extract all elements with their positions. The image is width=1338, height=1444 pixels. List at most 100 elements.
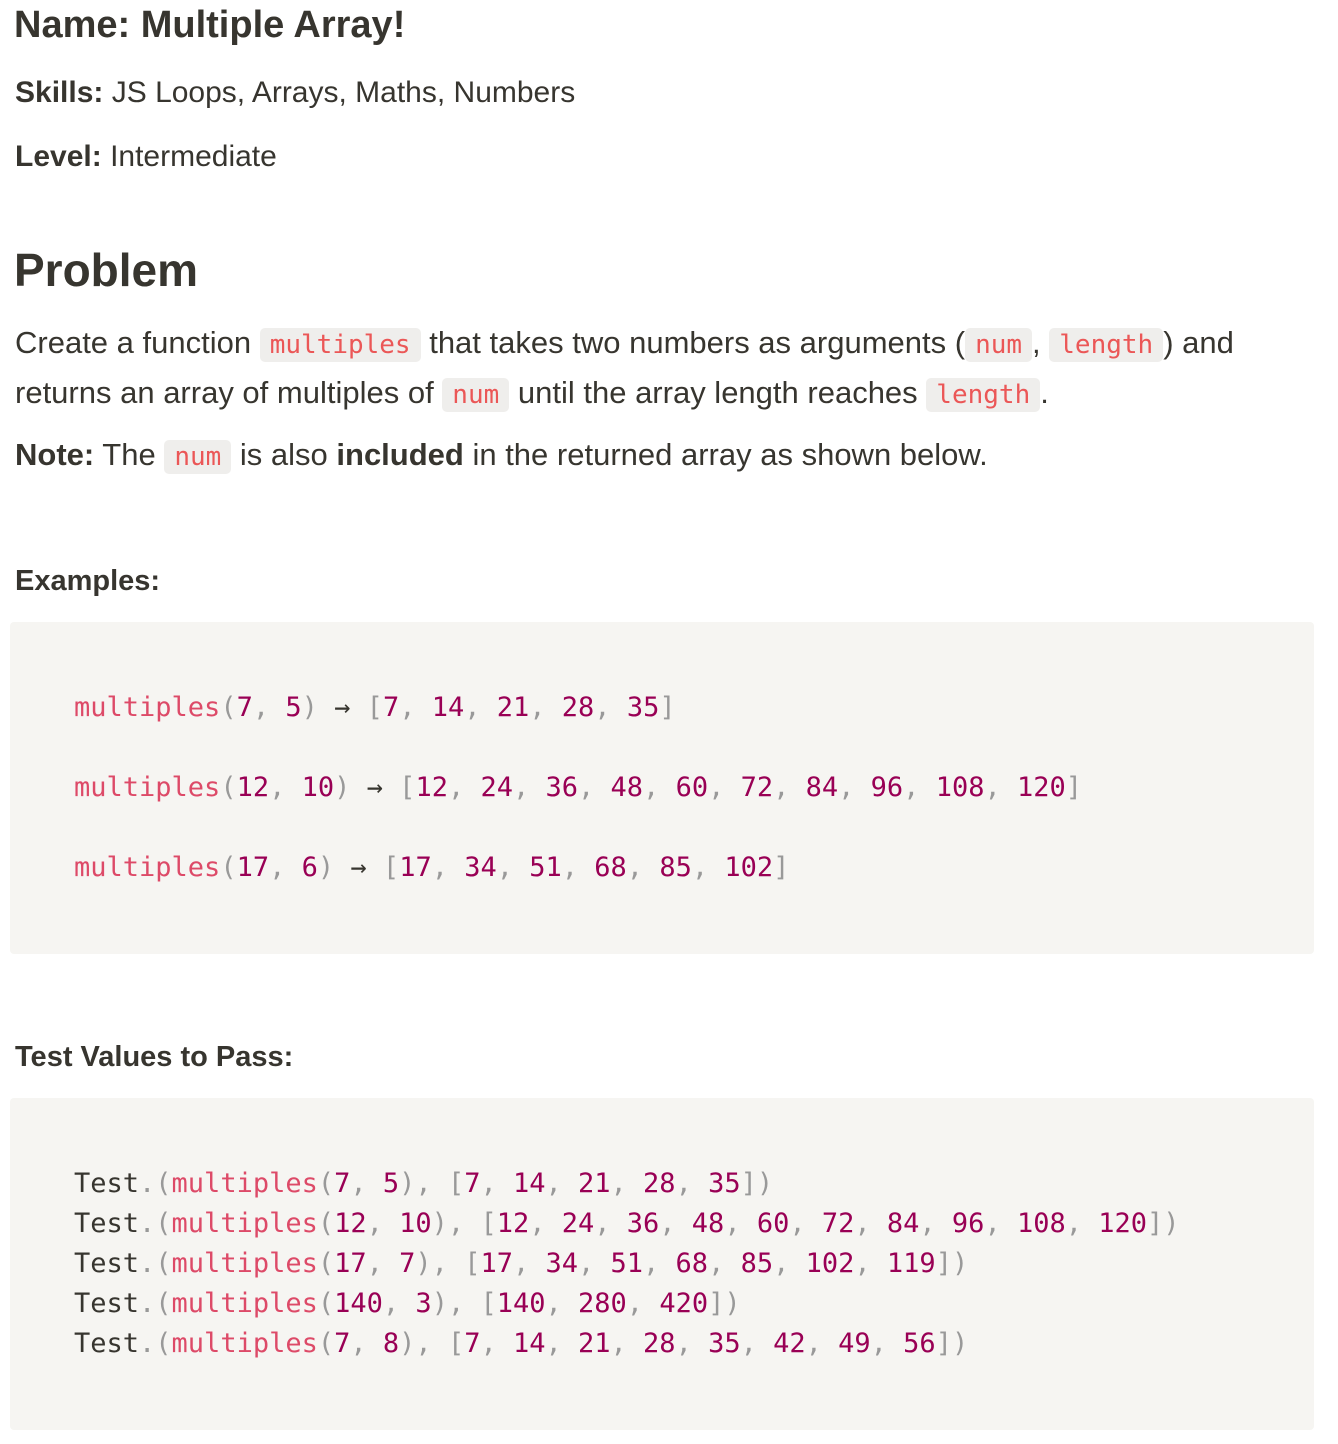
expected-number: 49 [838, 1328, 871, 1359]
argument-number: 5 [382, 1168, 400, 1199]
inline-code-num: num [442, 378, 510, 412]
level-label: Level: [15, 140, 102, 173]
test-line: Test.(multiples(17, 7), [17, 34, 51, 68,… [74, 1248, 968, 1279]
expected-number: 72 [821, 1208, 855, 1239]
comma: , [350, 1168, 383, 1199]
note-bold: included [336, 437, 464, 472]
expected-number: 35 [708, 1328, 741, 1359]
comma: , [431, 852, 465, 883]
argument-number: 140 [334, 1288, 383, 1319]
comma: , [350, 1328, 383, 1359]
paren: ( [317, 1288, 335, 1319]
inline-code-num: num [164, 440, 232, 474]
example-line: multiples(7, 5) → [7, 14, 21, 28, 35] [74, 692, 676, 723]
comma: , [773, 772, 806, 803]
arrow: → [317, 692, 367, 723]
expected-number: 51 [610, 1248, 644, 1279]
argument-number: 6 [301, 852, 318, 883]
result-number: 120 [1016, 772, 1066, 803]
problem-text: , [1032, 325, 1050, 360]
skills-line: Skills: JS Loops, Arrays, Maths, Numbers [15, 76, 575, 110]
argument-number: 17 [334, 1248, 367, 1279]
result-number: 7 [382, 692, 400, 723]
argument-number: 12 [236, 772, 270, 803]
comma: , [610, 1168, 644, 1199]
note-paragraph: Note: The num is also included in the re… [15, 431, 1325, 481]
page-title: Name: Multiple Array! [14, 4, 405, 47]
expected-number: 14 [512, 1328, 546, 1359]
function-name: multiples [171, 1328, 318, 1359]
comma: , [740, 1328, 774, 1359]
comma: , [529, 1208, 562, 1239]
comma: , [708, 1248, 741, 1279]
paren: ( [220, 692, 237, 723]
expected-number: 85 [740, 1248, 774, 1279]
skills-value: JS Loops, Arrays, Maths, Numbers [111, 76, 576, 109]
expected-number: 102 [805, 1248, 855, 1279]
problem-text: that takes two numbers as arguments ( [420, 325, 966, 360]
expected-number: 7 [464, 1168, 481, 1199]
arrow: → [334, 852, 383, 883]
problem-text: Create a function [15, 325, 260, 360]
expected-number: 7 [464, 1328, 481, 1359]
result-number: 72 [740, 772, 774, 803]
argument-number: 17 [236, 852, 270, 883]
expected-number: 60 [756, 1208, 790, 1239]
comma: , [854, 1208, 887, 1239]
paren: ( [317, 1168, 335, 1199]
expected-number: 48 [691, 1208, 725, 1239]
argument-number: 3 [415, 1288, 432, 1319]
punctuation: ), [ [431, 1208, 497, 1239]
argument-number: 12 [334, 1208, 367, 1239]
result-number: 34 [464, 852, 497, 883]
test-line: Test.(multiples(7, 5), [7, 14, 21, 28, 3… [74, 1168, 773, 1199]
comma: , [691, 852, 725, 883]
expected-number: 108 [1016, 1208, 1066, 1239]
comma: , [919, 1208, 952, 1239]
paren: ( [317, 1208, 335, 1239]
skills-label: Skills: [15, 76, 104, 109]
result-number: 21 [496, 692, 530, 723]
paren: ) [334, 772, 351, 803]
expected-number: 36 [626, 1208, 660, 1239]
comma: , [269, 772, 302, 803]
inline-code-length: length [926, 378, 1041, 412]
expected-number: 21 [578, 1168, 611, 1199]
examples-heading: Examples: [15, 565, 161, 597]
result-number: 24 [480, 772, 513, 803]
comma: , [1065, 1208, 1099, 1239]
comma: , [659, 1208, 692, 1239]
punctuation: .( [139, 1208, 172, 1239]
expected-number: 14 [512, 1168, 546, 1199]
comma: , [480, 1168, 513, 1199]
paren: ( [220, 852, 237, 883]
note-label: Note: [15, 437, 95, 472]
punctuation: ), [ [399, 1168, 465, 1199]
result-number: 51 [529, 852, 562, 883]
argument-number: 7 [399, 1248, 416, 1279]
note-text: in the returned array as shown below. [463, 437, 988, 472]
expected-number: 119 [886, 1248, 936, 1279]
function-name: multiples [74, 852, 221, 883]
comma: , [643, 772, 676, 803]
punctuation: .( [139, 1328, 172, 1359]
result-number: 17 [399, 852, 432, 883]
expected-number: 17 [480, 1248, 513, 1279]
inline-code-length: length [1049, 328, 1164, 362]
argument-number: 7 [236, 692, 253, 723]
name-label: Name: [14, 4, 131, 46]
argument-number: 10 [301, 772, 335, 803]
punctuation: ), [ [399, 1328, 465, 1359]
comma: , [447, 772, 481, 803]
punctuation: ]) [1147, 1208, 1180, 1239]
comma: , [366, 1208, 400, 1239]
comma: , [675, 1168, 709, 1199]
punctuation: ), [ [431, 1288, 497, 1319]
result-number: 68 [594, 852, 627, 883]
function-name: multiples [171, 1248, 318, 1279]
punctuation: ]) [935, 1328, 969, 1359]
comma: , [578, 772, 611, 803]
comma: , [545, 1288, 579, 1319]
comma: , [594, 1208, 627, 1239]
test-prefix: Test [74, 1288, 140, 1319]
